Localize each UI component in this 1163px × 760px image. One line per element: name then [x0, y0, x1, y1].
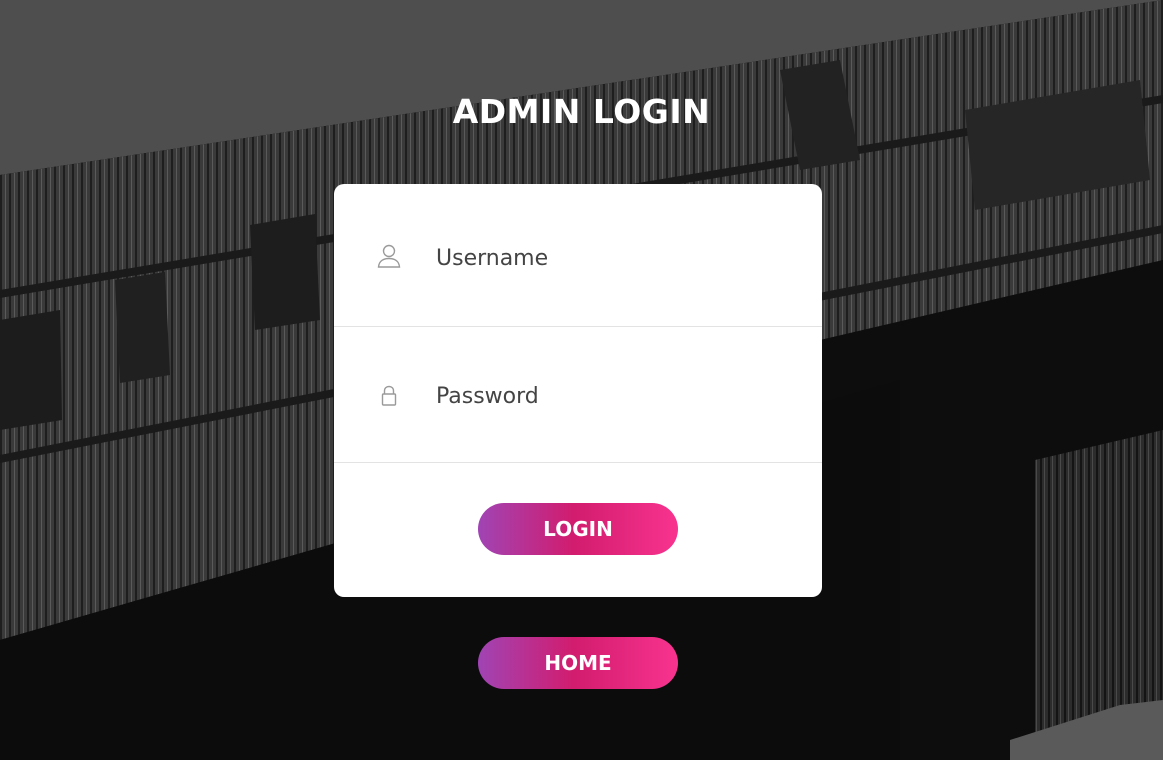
username-input[interactable] [434, 237, 798, 279]
lock-icon [381, 385, 397, 406]
user-icon [377, 244, 401, 268]
login-form: LOGIN [334, 184, 822, 597]
username-field [334, 184, 822, 327]
home-button[interactable]: HOME [478, 637, 678, 689]
password-field [334, 327, 822, 463]
page-title: ADMIN LOGIN [452, 92, 711, 131]
password-input[interactable] [434, 375, 798, 417]
login-button[interactable]: LOGIN [478, 503, 678, 555]
login-page: ADMIN LOGIN LOGIN HOME [0, 0, 1163, 760]
